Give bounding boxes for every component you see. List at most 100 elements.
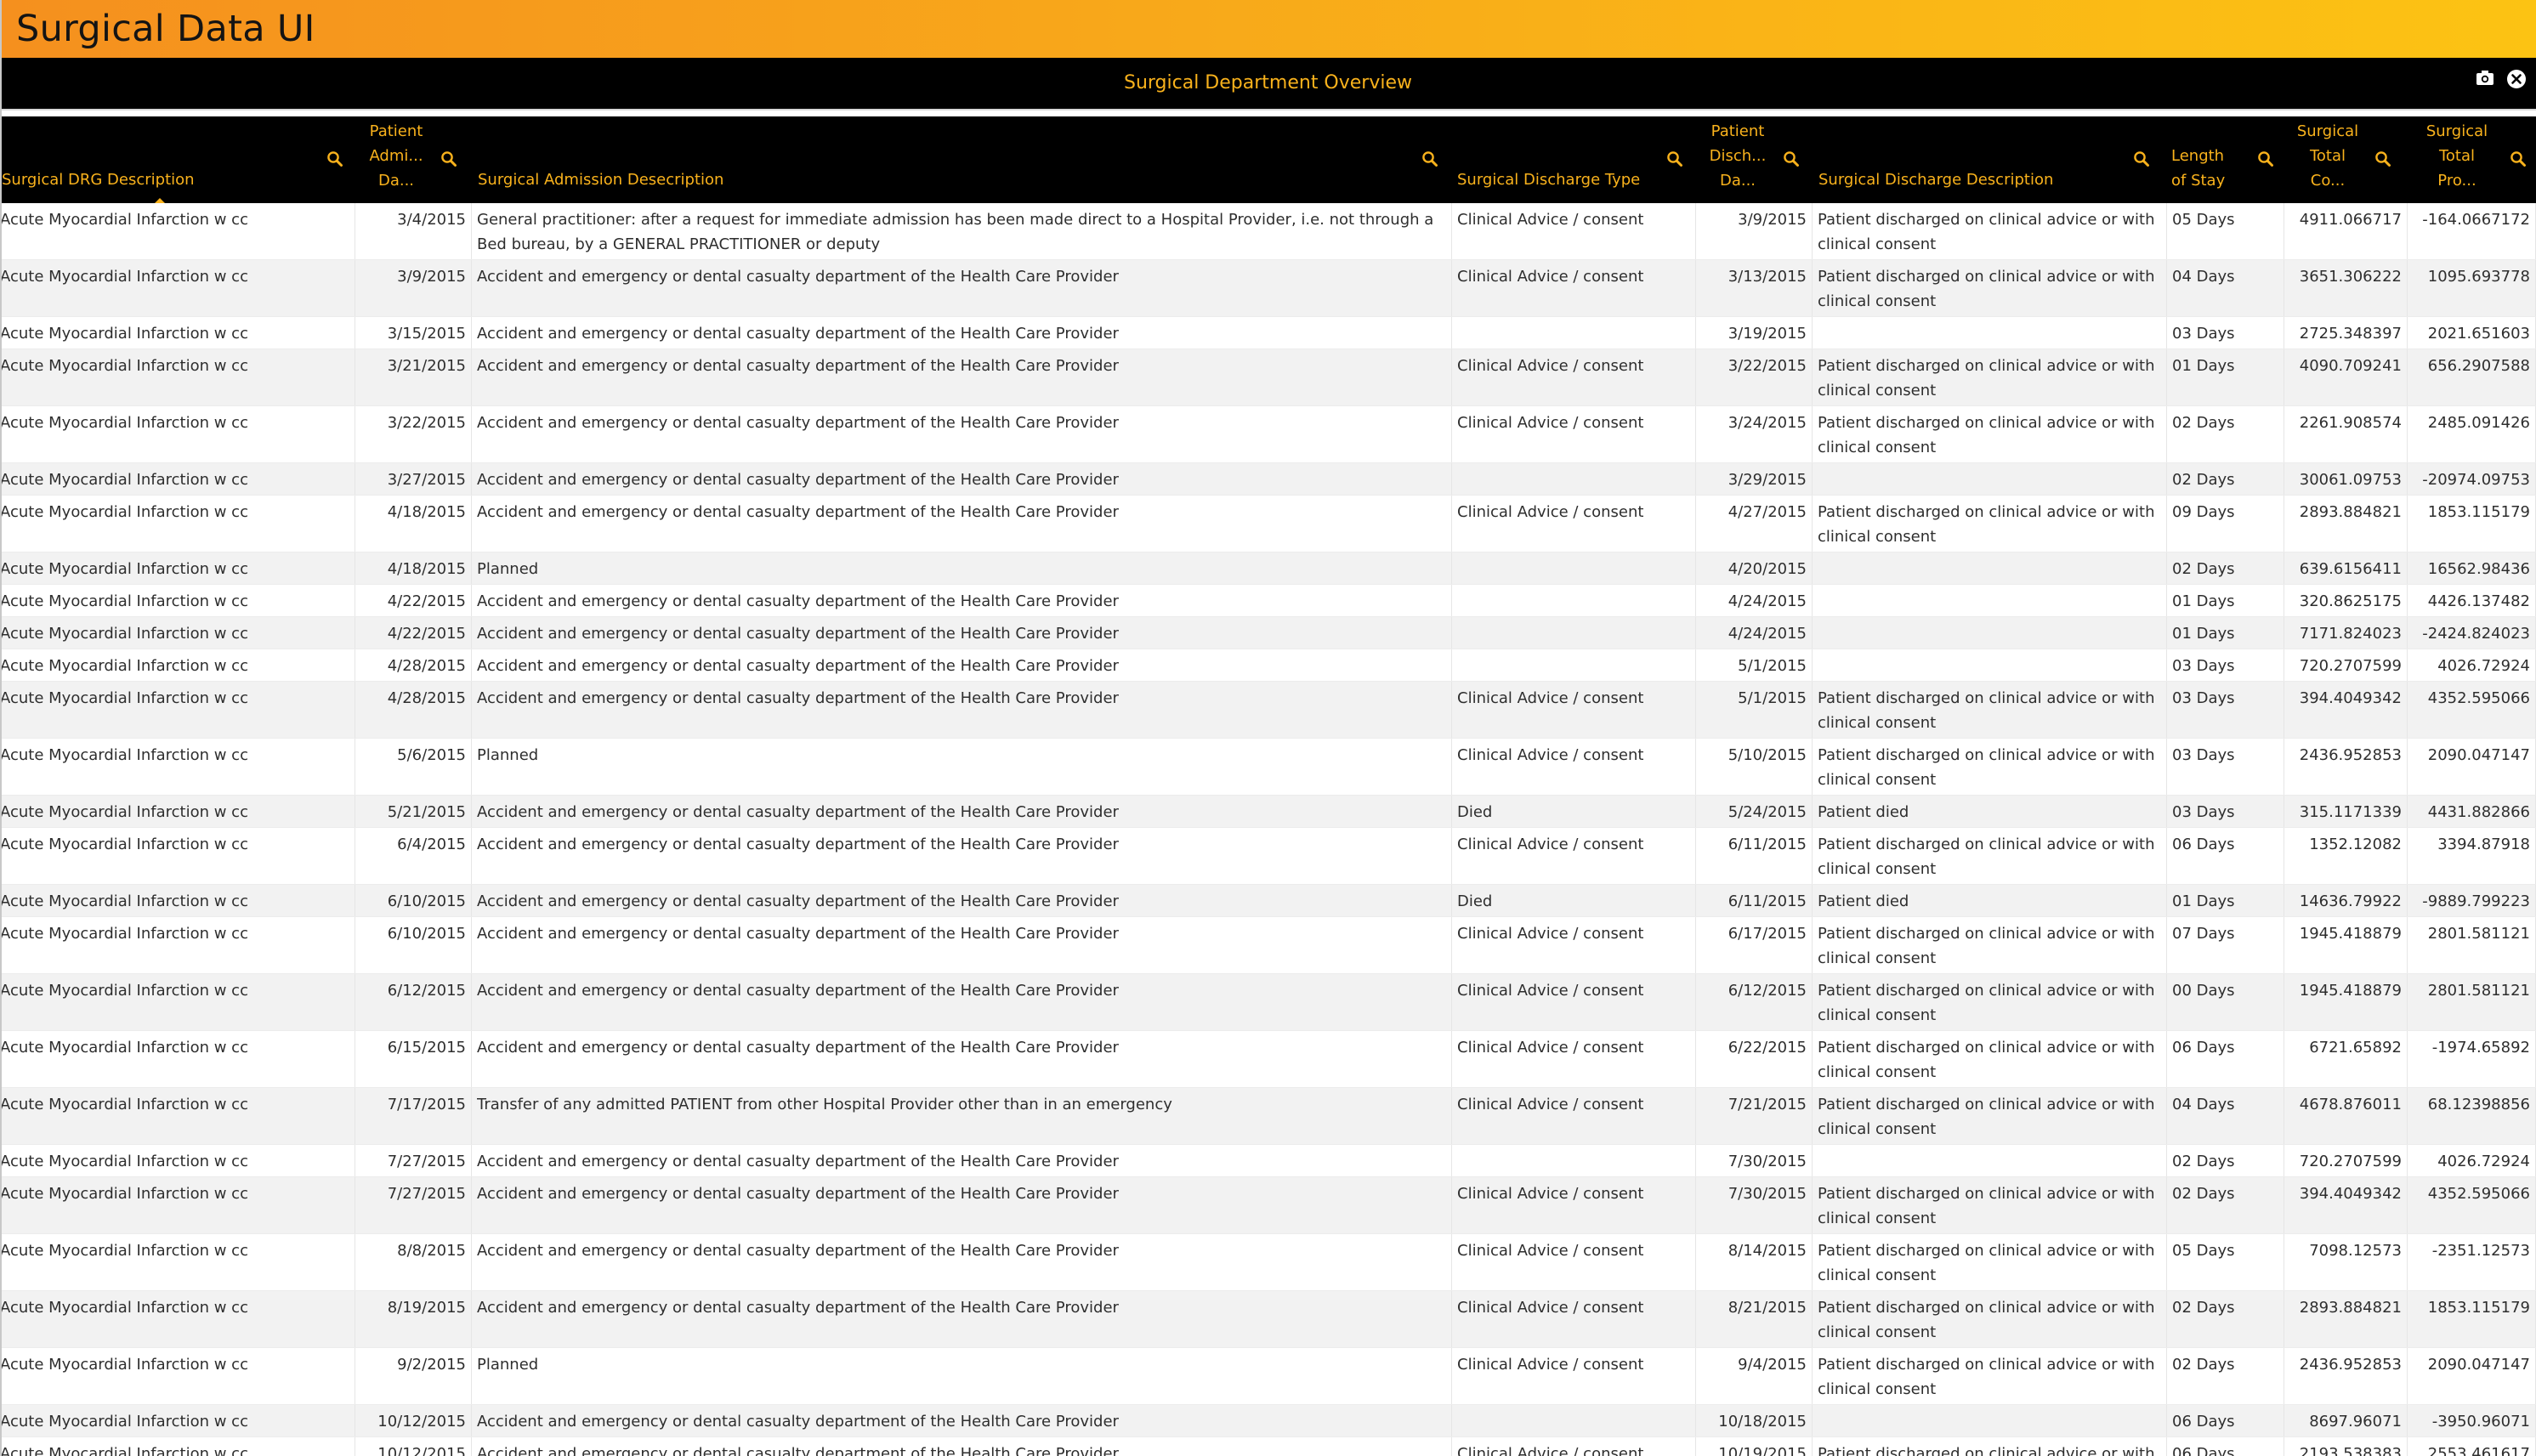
- table-row[interactable]: Acute Myocardial Infarction w cc 10/12/20…: [0, 1405, 2536, 1437]
- close-icon[interactable]: [2506, 69, 2527, 93]
- search-icon[interactable]: [440, 150, 457, 171]
- cell-text: Acute Myocardial Infarction w cc: [0, 892, 248, 910]
- table-row[interactable]: Acute Myocardial Infarction w cc 8/8/2015…: [0, 1234, 2536, 1291]
- cell-discharge-description: [1813, 1145, 2167, 1176]
- cell-text: 7/30/2015: [1728, 1153, 1807, 1170]
- table-row[interactable]: Acute Myocardial Infarction w cc 6/10/201…: [0, 885, 2536, 917]
- cell-total-cost: 639.6156411: [2284, 552, 2408, 584]
- cell-total-profit: -2351.12573: [2408, 1234, 2536, 1290]
- cell-text: Patient discharged on clinical advice or…: [1818, 414, 2155, 456]
- camera-icon[interactable]: [2476, 69, 2494, 91]
- search-icon[interactable]: [2374, 150, 2391, 171]
- search-icon[interactable]: [326, 150, 343, 171]
- search-icon[interactable]: [2510, 150, 2527, 171]
- cell-total-profit: -20974.09753: [2408, 463, 2536, 495]
- header-total-cost[interactable]: Surgical Total Co...: [2284, 116, 2408, 203]
- search-icon[interactable]: [2257, 150, 2274, 171]
- table-row[interactable]: Acute Myocardial Infarction w cc 3/22/201…: [0, 406, 2536, 463]
- cell-text: Clinical Advice / consent: [1457, 925, 1644, 943]
- header-discharge-date[interactable]: Patient Disch... Da...: [1696, 116, 1813, 203]
- table-row[interactable]: Acute Myocardial Infarction w cc 8/19/201…: [0, 1291, 2536, 1348]
- cell-text: Accident and emergency or dental casualt…: [477, 1413, 1119, 1431]
- header-length-of-stay[interactable]: Length of Stay: [2167, 116, 2284, 203]
- table-row[interactable]: Acute Myocardial Infarction w cc 7/27/201…: [0, 1177, 2536, 1234]
- cell-admission-date: 7/17/2015: [355, 1088, 472, 1144]
- cell-discharge-description: Patient discharged on clinical advice or…: [1813, 828, 2167, 884]
- table-row[interactable]: Acute Myocardial Infarction w cc 3/4/2015…: [0, 203, 2536, 260]
- cell-total-profit: 2553.461617: [2408, 1437, 2536, 1456]
- cell-discharge-description: Patient died: [1813, 796, 2167, 827]
- cell-text: 6/11/2015: [1728, 836, 1807, 853]
- table-row[interactable]: Acute Myocardial Infarction w cc 9/2/2015…: [0, 1348, 2536, 1405]
- cell-discharge-type: [1452, 317, 1696, 348]
- search-icon[interactable]: [2133, 150, 2150, 171]
- cell-text: 04 Days: [2172, 268, 2235, 286]
- cell-drg-description: Acute Myocardial Infarction w cc: [0, 1088, 355, 1144]
- cell-text: Acute Myocardial Infarction w cc: [0, 1299, 248, 1317]
- table-row[interactable]: Acute Myocardial Infarction w cc 7/17/201…: [0, 1088, 2536, 1145]
- cell-text: 4026.72924: [2437, 657, 2530, 675]
- table-row[interactable]: Acute Myocardial Infarction w cc 7/27/201…: [0, 1145, 2536, 1177]
- header-admission-description[interactable]: Surgical Admission Desecription: [472, 116, 1452, 203]
- header-discharge-type[interactable]: Surgical Discharge Type: [1452, 116, 1696, 203]
- cell-text: Clinical Advice / consent: [1457, 1039, 1644, 1057]
- table-row[interactable]: Acute Myocardial Infarction w cc 4/18/201…: [0, 552, 2536, 585]
- cell-text: 2436.952853: [2299, 746, 2402, 764]
- table-row[interactable]: Acute Myocardial Infarction w cc 6/12/201…: [0, 974, 2536, 1031]
- cell-total-cost: 1945.418879: [2284, 974, 2408, 1030]
- table-row[interactable]: Acute Myocardial Infarction w cc 6/15/201…: [0, 1031, 2536, 1088]
- search-icon[interactable]: [1421, 150, 1438, 171]
- cell-admission-description: Accident and emergency or dental casualt…: [472, 260, 1452, 316]
- table-row[interactable]: Acute Myocardial Infarction w cc 6/4/2015…: [0, 828, 2536, 885]
- table-row[interactable]: Acute Myocardial Infarction w cc 4/28/201…: [0, 649, 2536, 682]
- table-row[interactable]: Acute Myocardial Infarction w cc 3/21/201…: [0, 349, 2536, 406]
- cell-total-profit: 2090.047147: [2408, 1348, 2536, 1404]
- cell-discharge-description: Patient discharged on clinical advice or…: [1813, 682, 2167, 738]
- cell-text: Patient discharged on clinical advice or…: [1818, 1356, 2155, 1398]
- cell-total-profit: 1095.693778: [2408, 260, 2536, 316]
- table-row[interactable]: Acute Myocardial Infarction w cc 4/22/201…: [0, 617, 2536, 649]
- cell-text: 1352.12082: [2309, 836, 2402, 853]
- cell-text: 03 Days: [2172, 803, 2235, 821]
- cell-text: 2893.884821: [2299, 1299, 2402, 1317]
- search-icon[interactable]: [1783, 150, 1800, 171]
- cell-total-cost: 1352.12082: [2284, 828, 2408, 884]
- cell-admission-description: Accident and emergency or dental casualt…: [472, 796, 1452, 827]
- header-admission-date[interactable]: Patient Admi... Da...: [355, 116, 472, 203]
- table-row[interactable]: Acute Myocardial Infarction w cc 4/22/201…: [0, 585, 2536, 617]
- table-row[interactable]: Acute Myocardial Infarction w cc 3/15/201…: [0, 317, 2536, 349]
- app-header: Surgical Data UI: [0, 0, 2536, 58]
- search-icon[interactable]: [1666, 150, 1683, 171]
- cell-length-of-stay: 06 Days: [2167, 1031, 2284, 1087]
- cell-discharge-description: Patient discharged on clinical advice or…: [1813, 1348, 2167, 1404]
- cell-text: Acute Myocardial Infarction w cc: [0, 1445, 248, 1456]
- table-row[interactable]: Acute Myocardial Infarction w cc 3/27/201…: [0, 463, 2536, 496]
- cell-text: 2485.091426: [2427, 414, 2530, 432]
- table-row[interactable]: Acute Myocardial Infarction w cc 5/21/201…: [0, 796, 2536, 828]
- cell-discharge-type: Clinical Advice / consent: [1452, 349, 1696, 405]
- cell-text: 7/17/2015: [387, 1096, 466, 1113]
- cell-total-profit: 4026.72924: [2408, 649, 2536, 681]
- table-row[interactable]: Acute Myocardial Infarction w cc 5/6/2015…: [0, 739, 2536, 796]
- cell-text: 06 Days: [2172, 1413, 2235, 1431]
- cell-text: 10/12/2015: [377, 1413, 466, 1431]
- left-border: [0, 0, 2, 1456]
- cell-discharge-description: Patient discharged on clinical advice or…: [1813, 260, 2167, 316]
- cell-text: Died: [1457, 892, 1493, 910]
- cell-admission-description: Accident and emergency or dental casualt…: [472, 463, 1452, 495]
- cell-text: 2801.581121: [2427, 925, 2530, 943]
- cell-admission-date: 3/21/2015: [355, 349, 472, 405]
- table-row[interactable]: Acute Myocardial Infarction w cc 10/12/20…: [0, 1437, 2536, 1456]
- table-row[interactable]: Acute Myocardial Infarction w cc 4/18/201…: [0, 496, 2536, 552]
- cell-text: 4352.595066: [2427, 1185, 2530, 1203]
- table-row[interactable]: Acute Myocardial Infarction w cc 6/10/201…: [0, 917, 2536, 974]
- header-total-profit[interactable]: Surgical Total Pro...: [2408, 116, 2536, 203]
- header-drg-description[interactable]: Surgical DRG Description: [0, 116, 355, 203]
- cell-total-cost: 720.2707599: [2284, 1145, 2408, 1176]
- header-discharge-description[interactable]: Surgical Discharge Description: [1813, 116, 2167, 203]
- table-row[interactable]: Acute Myocardial Infarction w cc 4/28/201…: [0, 682, 2536, 739]
- table-row[interactable]: Acute Myocardial Infarction w cc 3/9/2015…: [0, 260, 2536, 317]
- cell-text: Clinical Advice / consent: [1457, 746, 1644, 764]
- cell-text: Patient discharged on clinical advice or…: [1818, 1445, 2155, 1456]
- table-body[interactable]: Acute Myocardial Infarction w cc 3/4/2015…: [0, 203, 2536, 1456]
